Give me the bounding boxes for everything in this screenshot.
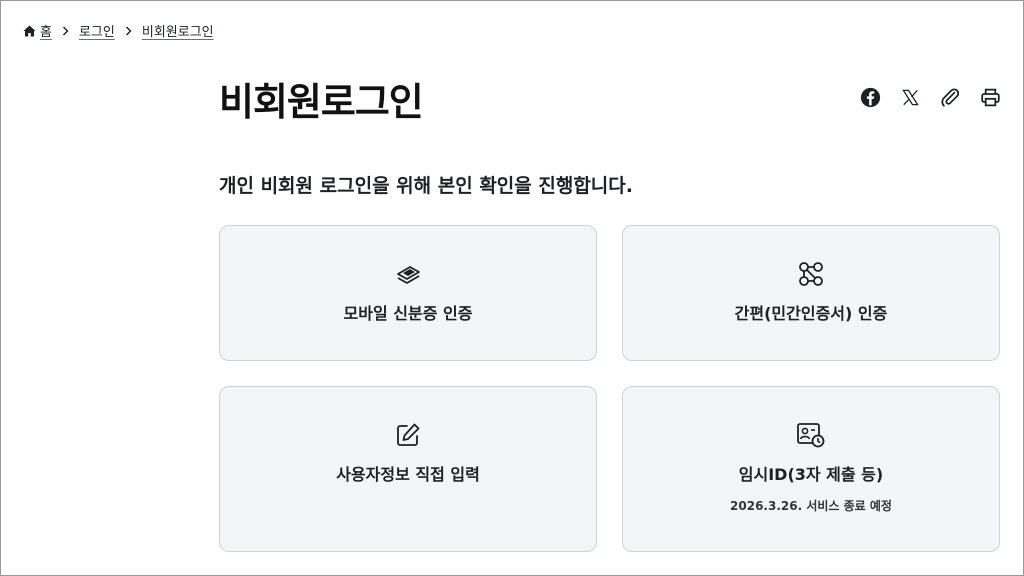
card-label: 간편(민간인증서) 인증 (734, 304, 888, 323)
simple-auth-card[interactable]: 간편(민간인증서) 인증 (622, 225, 1000, 361)
print-icon[interactable] (979, 86, 1001, 108)
simple-auth-icon (797, 260, 825, 288)
mobile-id-auth-card[interactable]: 모바일 신분증 인증 (219, 225, 597, 361)
share-toolbar (859, 86, 1001, 108)
card-label: 모바일 신분증 인증 (343, 304, 473, 323)
link-icon[interactable] (939, 86, 961, 108)
breadcrumb-login-link[interactable]: 로그인 (79, 21, 115, 40)
x-icon[interactable] (899, 86, 921, 108)
direct-input-card[interactable]: 사용자정보 직접 입력 (219, 386, 597, 552)
intro-text: 개인 비회원 로그인을 위해 본인 확인을 진행합니다. (219, 175, 633, 197)
chevron-right-icon (125, 26, 132, 36)
chevron-right-icon (62, 26, 69, 36)
home-icon (23, 25, 36, 37)
card-label: 임시ID(3자 제출 등) (738, 465, 884, 484)
page-title: 비회원로그인 (219, 80, 424, 124)
card-label: 사용자정보 직접 입력 (336, 465, 480, 484)
edit-icon (395, 421, 421, 449)
temp-id-icon (796, 421, 826, 449)
mobile-id-icon (394, 260, 422, 288)
page-frame: 홈 로그인 비회원로그인 비회원로그인 개인 비회원 로그인을 위해 본인 확인… (0, 0, 1024, 576)
facebook-icon[interactable] (859, 86, 881, 108)
service-end-notice: 2026.3.26. 서비스 종료 예정 (730, 499, 892, 513)
temp-id-card[interactable]: 임시ID(3자 제출 등) 2026.3.26. 서비스 종료 예정 (622, 386, 1000, 552)
breadcrumb-current[interactable]: 비회원로그인 (142, 21, 214, 40)
breadcrumb-home-link[interactable]: 홈 (40, 21, 52, 40)
breadcrumb: 홈 로그인 비회원로그인 (23, 21, 214, 40)
